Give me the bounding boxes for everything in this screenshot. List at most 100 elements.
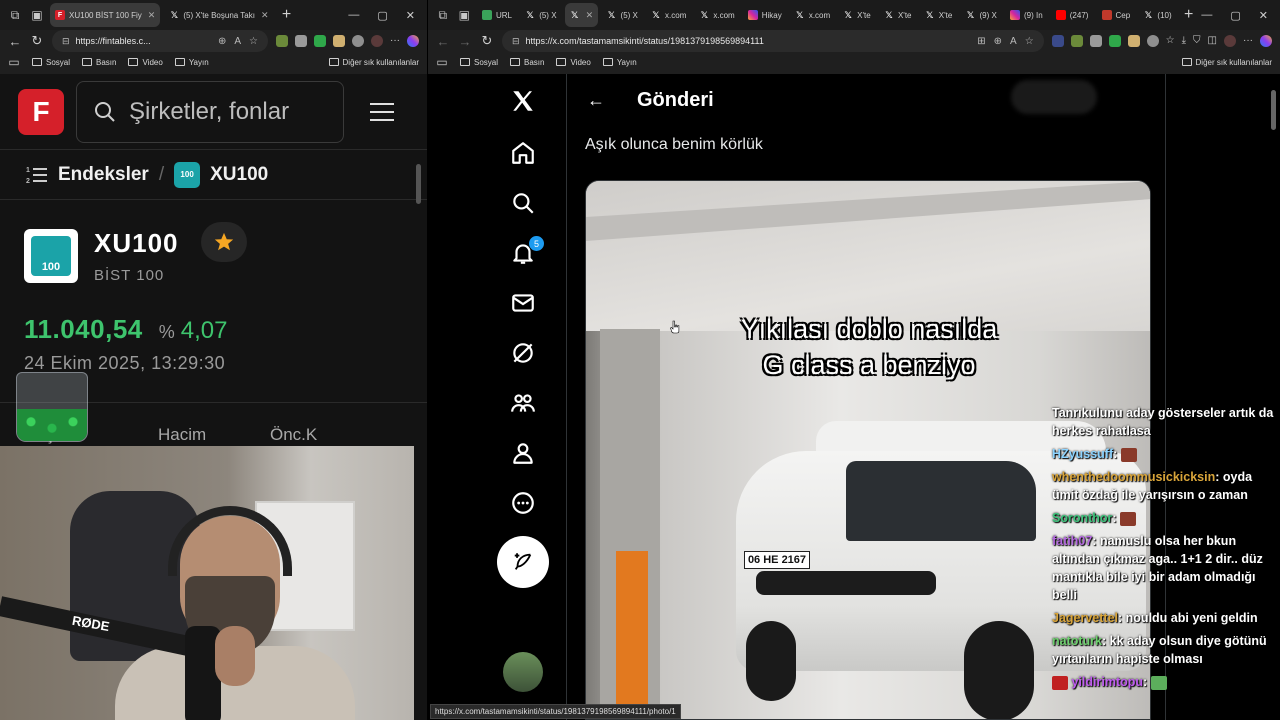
bookmark-folder-sosyal[interactable]: Sosyal	[460, 58, 498, 67]
other-bookmarks[interactable]: Diğer sık kullanılanlar	[328, 58, 419, 67]
downloads-icon[interactable]: ⤓	[1182, 35, 1186, 47]
search-input[interactable]	[129, 97, 329, 126]
read-aloud-icon[interactable]: A	[234, 36, 241, 47]
favorites-icon[interactable]: ☆	[1166, 35, 1175, 47]
bookmark-folder-basin[interactable]: Basın	[82, 58, 116, 67]
profile-avatar[interactable]	[371, 35, 383, 47]
maximize-icon[interactable]: ▢	[377, 9, 387, 22]
extensions-icon[interactable]	[352, 35, 364, 47]
tab-cep[interactable]: Cep	[1097, 3, 1135, 27]
grok-icon[interactable]	[510, 328, 536, 378]
bookmark-folder-basin[interactable]: Basın	[510, 58, 544, 67]
back-arrow-icon[interactable]: ←	[587, 90, 605, 111]
notifications-bell-icon[interactable]: 5	[510, 228, 544, 278]
tab-instagram[interactable]: (9) In	[1005, 3, 1047, 27]
tab-youtube[interactable]: (247)	[1051, 3, 1093, 27]
zoom-icon[interactable]: ⊕	[994, 36, 1002, 47]
refresh-icon[interactable]: ↻	[480, 33, 494, 49]
bookmark-folder-yayin[interactable]: Yayın	[174, 58, 209, 67]
fintables-logo[interactable]: F	[18, 88, 64, 135]
site-info-icon[interactable]: ⊟	[512, 36, 520, 47]
tab-x[interactable]: 𝕏x.com	[790, 3, 834, 27]
tab-x[interactable]: 𝕏 (5) X	[520, 3, 560, 27]
extension-icon[interactable]	[333, 35, 345, 47]
maximize-icon[interactable]: ▢	[1230, 9, 1240, 22]
back-icon[interactable]: ←	[436, 34, 450, 49]
tab-x[interactable]: 𝕏 X'te	[920, 3, 957, 27]
extension-icon[interactable]	[295, 35, 307, 47]
tab-x[interactable]: 𝕏 (10)	[1138, 3, 1175, 27]
more-menu-icon[interactable]: ···	[390, 35, 400, 47]
tab-x[interactable]: 𝕏x.com	[646, 3, 690, 27]
home-icon[interactable]	[510, 128, 536, 178]
tab-x[interactable]: 𝕏 X'te	[838, 3, 875, 27]
address-bar[interactable]: ⊟ https://fintables.c... ⊕ A ☆	[52, 30, 268, 52]
read-aloud-icon[interactable]: A	[1010, 36, 1017, 47]
address-bar[interactable]: ⊟ https://x.com/tastamamsikinti/status/1…	[502, 30, 1044, 52]
tab-close-icon[interactable]: ✕	[148, 10, 156, 21]
copilot-icon[interactable]	[407, 35, 419, 47]
tab-x[interactable]: 𝕏 (5) X'te Boşuna Takı ✕	[164, 3, 273, 27]
bookmark-folder-yayin[interactable]: Yayın	[602, 58, 637, 67]
account-avatar[interactable]	[503, 652, 543, 692]
tab-x[interactable]: 𝕏x.com	[694, 3, 738, 27]
tab-x-active[interactable]: 𝕏 ✕	[564, 3, 598, 27]
back-icon[interactable]: ←	[8, 34, 22, 49]
tab-actions-icon[interactable]: ▣	[28, 6, 46, 24]
tab-close-icon[interactable]: ✕	[261, 10, 269, 21]
workspaces-icon[interactable]: ⧉	[434, 6, 452, 24]
favorite-button[interactable]	[200, 222, 247, 262]
bookmark-folder-video[interactable]: Video	[556, 58, 591, 67]
messages-mail-icon[interactable]	[510, 278, 536, 328]
tab-xu100[interactable]: F XU100 BİST 100 Fiy ✕	[50, 3, 161, 27]
extension-icon[interactable]	[1127, 35, 1140, 47]
favorite-star-icon[interactable]: ☆	[1025, 36, 1034, 47]
tab-url[interactable]: URL	[477, 3, 516, 27]
tab-x[interactable]: 𝕏 (9) X	[961, 3, 1001, 27]
tab-x[interactable]: 𝕏 X'te	[879, 3, 916, 27]
search-box[interactable]	[76, 80, 344, 143]
split-screen-icon[interactable]: ◫	[1208, 35, 1217, 47]
bookmark-apps-icon[interactable]: ▭	[8, 53, 20, 71]
extension-icon[interactable]	[314, 35, 326, 47]
minimize-icon[interactable]: —	[1201, 9, 1212, 22]
profile-icon[interactable]	[510, 428, 536, 478]
profile-avatar[interactable]	[1224, 35, 1236, 47]
close-window-icon[interactable]: ✕	[406, 9, 415, 22]
tab-close-icon[interactable]: ✕	[586, 10, 594, 21]
other-bookmarks[interactable]: Diğer sık kullanılanlar	[1181, 58, 1272, 67]
new-tab-button[interactable]: +	[278, 6, 296, 24]
extension-icon[interactable]	[1051, 35, 1064, 47]
communities-icon[interactable]	[510, 378, 536, 428]
x-logo-icon[interactable]	[510, 74, 536, 128]
search-icon[interactable]	[510, 178, 536, 228]
new-tab-button[interactable]: +	[1180, 6, 1198, 24]
more-menu-icon[interactable]: ···	[1243, 35, 1253, 47]
close-window-icon[interactable]: ✕	[1259, 9, 1268, 22]
workspaces-icon[interactable]: ⧉	[6, 6, 24, 24]
forward-icon[interactable]: →	[458, 34, 472, 49]
extension-icon[interactable]	[1089, 35, 1102, 47]
favorite-star-icon[interactable]: ☆	[249, 36, 258, 47]
zoom-icon[interactable]: ⊕	[218, 36, 226, 47]
minimize-icon[interactable]: —	[348, 9, 359, 22]
bookmark-apps-icon[interactable]: ▭	[436, 53, 448, 71]
extension-icon[interactable]	[1108, 35, 1121, 47]
tab-x[interactable]: 𝕏 (5) X	[602, 3, 642, 27]
shield-icon[interactable]: ⛉	[1193, 35, 1201, 47]
app-available-icon[interactable]: ⊞	[977, 36, 985, 47]
extension-icon[interactable]	[276, 35, 288, 47]
hamburger-menu-icon[interactable]	[370, 102, 394, 121]
site-info-icon[interactable]: ⊟	[62, 36, 70, 47]
scrollbar-thumb[interactable]	[1271, 90, 1276, 130]
bookmark-folder-video[interactable]: Video	[128, 58, 163, 67]
compose-post-button[interactable]	[497, 536, 549, 588]
refresh-icon[interactable]: ↻	[30, 33, 44, 49]
extension-icon[interactable]	[1070, 35, 1083, 47]
tab-actions-icon[interactable]: ▣	[456, 6, 474, 24]
breadcrumb-root[interactable]: Endeksler	[58, 164, 149, 186]
copilot-icon[interactable]	[1260, 35, 1272, 47]
scrollbar-thumb[interactable]	[416, 164, 421, 204]
more-options-icon[interactable]	[510, 478, 536, 528]
extensions-icon[interactable]	[1146, 35, 1159, 47]
